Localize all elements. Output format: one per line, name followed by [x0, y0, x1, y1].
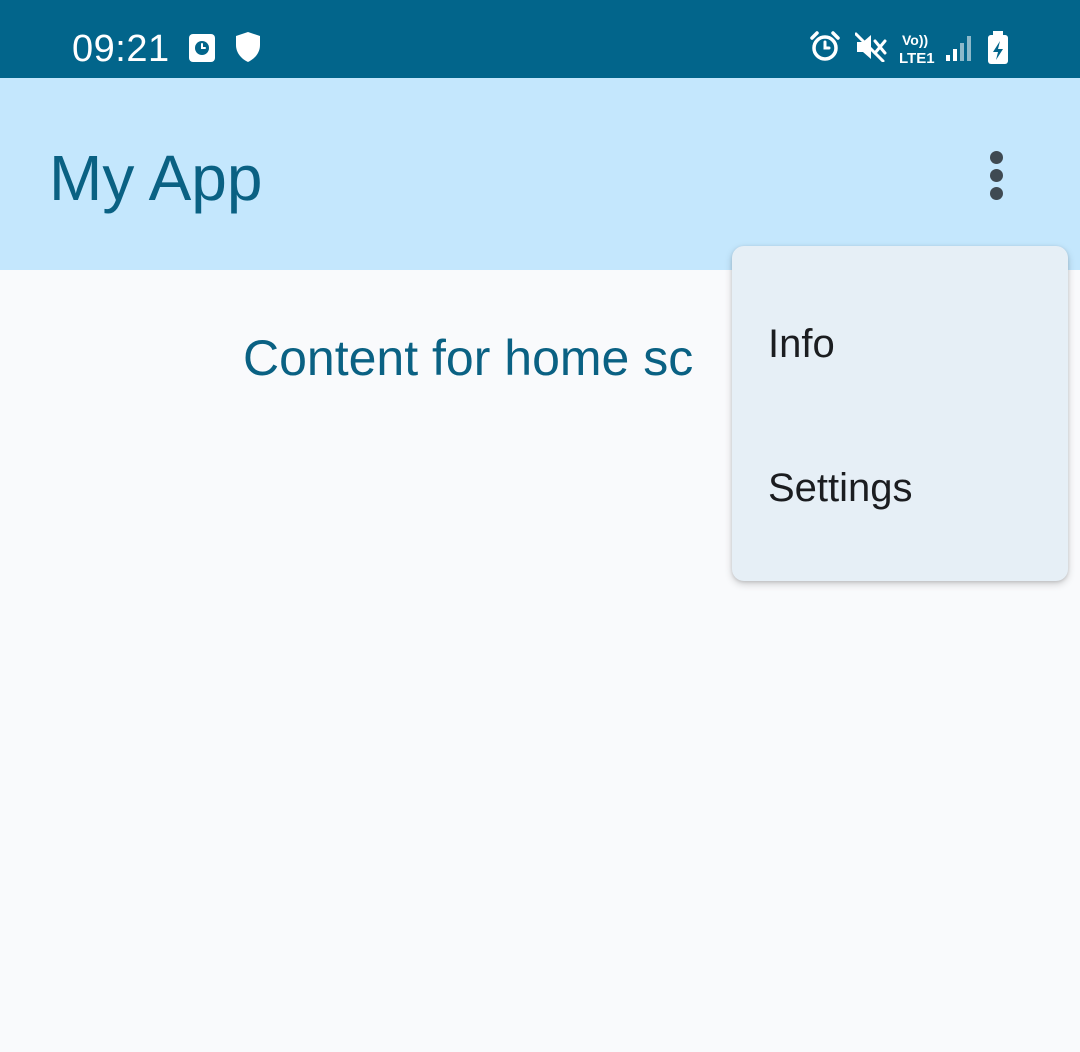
volte-bottom-label: LTE1: [899, 50, 935, 65]
menu-item-label: Info: [768, 322, 835, 366]
home-content-text: Content for home sc: [243, 330, 694, 386]
signal-icon: [946, 36, 971, 61]
battery-charging-icon: [988, 31, 1008, 64]
menu-item-info[interactable]: Info: [732, 292, 1068, 402]
status-bar: 09:21 Vo)) LTE1: [0, 0, 1080, 78]
menu-item-settings[interactable]: Settings: [732, 436, 1068, 546]
overflow-dropdown-menu: Info Settings: [732, 246, 1068, 581]
menu-item-label: Settings: [768, 466, 913, 510]
clock-app-icon: [189, 34, 215, 62]
volte-top-label: Vo)): [902, 32, 928, 48]
shield-icon: [236, 32, 260, 62]
volte-lte-icon: Vo)) LTE1: [899, 32, 935, 65]
more-vert-icon-dot: [990, 187, 1003, 200]
alarm-icon: [810, 31, 840, 61]
app-bar: My App: [0, 78, 1080, 270]
mute-icon: [855, 32, 887, 62]
more-vert-icon: [990, 151, 1003, 164]
status-time: 09:21: [72, 28, 170, 70]
more-vert-icon-dot: [990, 169, 1003, 182]
app-title: My App: [49, 142, 263, 214]
overflow-menu-button[interactable]: [966, 138, 1026, 210]
